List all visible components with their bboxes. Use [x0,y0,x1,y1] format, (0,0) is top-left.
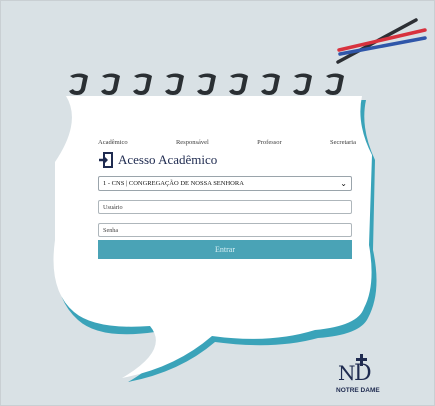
tab-responsavel[interactable]: Responsável [176,139,209,146]
tab-professor[interactable]: Professor [257,139,282,146]
school-select-value: 1 - CNS | CONGREGAÇÃO DE NOSSA SENHORA [103,180,244,187]
svg-text:N: N [338,361,356,385]
password-input[interactable]: Senha [98,223,352,237]
username-input[interactable]: Usuário [98,200,352,214]
tab-academico[interactable]: Acadêmico [98,139,128,146]
page-title: Acesso Acadêmico [98,152,217,168]
password-placeholder: Senha [103,226,119,234]
submit-label: Entrar [215,245,235,254]
login-type-tabs: Acadêmico Responsável Professor Secretar… [98,139,356,146]
submit-button[interactable]: Entrar [98,240,352,259]
sign-in-icon [99,152,113,168]
username-placeholder: Usuário [103,203,123,211]
notre-dame-logo: N D NOTRE DAME [336,354,380,394]
tab-secretaria[interactable]: Secretaria [330,139,356,146]
title-text: Acesso Acadêmico [118,152,218,167]
chevron-down-icon: ⌄ [340,179,347,188]
school-select[interactable]: 1 - CNS | CONGREGAÇÃO DE NOSSA SENHORA ⌄ [98,176,352,191]
svg-text:NOTRE DAME: NOTRE DAME [336,387,380,394]
